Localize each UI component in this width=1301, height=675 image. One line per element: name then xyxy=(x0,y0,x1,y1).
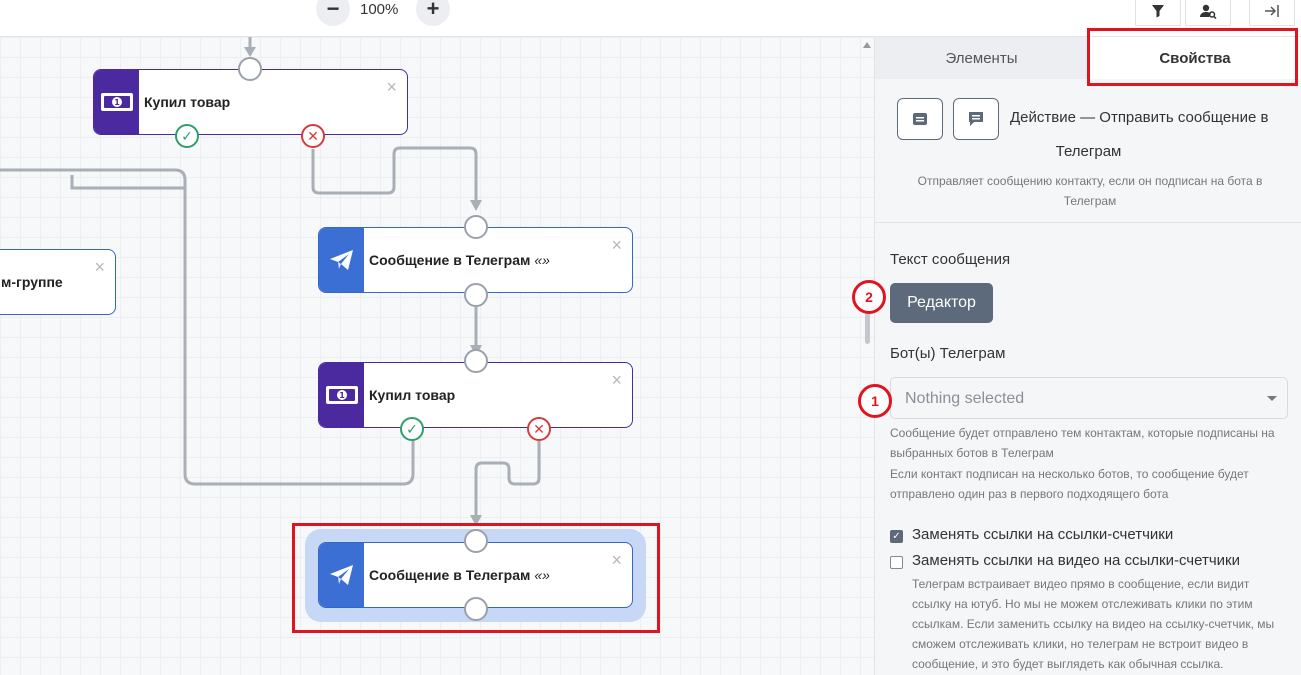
zoom-level: 100% xyxy=(360,1,399,18)
user-search-icon xyxy=(1200,4,1217,19)
telegram-icon xyxy=(329,250,353,270)
zoom-out-button[interactable]: − xyxy=(316,0,350,26)
close-icon[interactable]: × xyxy=(611,236,622,254)
money-icon: 1 xyxy=(100,93,133,111)
collapse-panel-button[interactable] xyxy=(1249,0,1295,26)
bots-help-text-2: Если контакт подписан на несколько ботов… xyxy=(890,467,1249,501)
filter-icon xyxy=(1152,5,1164,18)
node-title: Купил товар xyxy=(144,94,231,110)
output-port[interactable] xyxy=(464,283,488,307)
action-description: Отправляет сообщению контакту, если он п… xyxy=(917,174,1263,208)
editor-button[interactable]: Редактор xyxy=(890,283,993,323)
flow-node-partial[interactable]: м-группе × xyxy=(0,249,116,315)
zoom-in-button[interactable]: + xyxy=(416,0,450,26)
scroll-up-arrow-icon[interactable] xyxy=(863,42,871,48)
close-icon[interactable]: × xyxy=(611,371,622,389)
node-title: Купил товар xyxy=(369,387,456,403)
input-port[interactable] xyxy=(238,57,262,81)
divider xyxy=(875,222,1301,223)
action-title-line2: Телеграм xyxy=(1055,143,1122,160)
minus-icon: − xyxy=(326,0,340,21)
failure-port-icon[interactable]: ✕ xyxy=(527,417,551,441)
scrollbar-thumb[interactable] xyxy=(865,312,870,344)
success-port-icon[interactable]: ✓ xyxy=(175,124,199,148)
annotation-badge-1: 1 xyxy=(858,384,892,418)
node-quote: «» xyxy=(534,252,550,268)
bots-select[interactable]: Nothing selected xyxy=(890,377,1288,419)
close-icon[interactable]: × xyxy=(386,78,397,96)
bots-help-text: Сообщение будет отправлено тем контактам… xyxy=(890,426,1275,460)
close-icon[interactable]: × xyxy=(94,258,105,276)
tab-elements[interactable]: Элементы xyxy=(875,37,1088,79)
replace-video-links-checkbox[interactable] xyxy=(890,556,903,569)
success-port-icon[interactable]: ✓ xyxy=(400,417,424,441)
node-title: м-группе xyxy=(1,274,63,290)
annotation-highlight-box xyxy=(1087,28,1298,86)
properties-panel: Элементы Свойства Действие — Отправить с… xyxy=(852,28,1301,675)
chat-icon xyxy=(969,112,983,126)
chevron-down-icon xyxy=(1267,396,1277,401)
failure-port-icon[interactable]: ✕ xyxy=(301,124,325,148)
replace-video-links-label: Заменять ссылки на видео на ссылки-счетч… xyxy=(912,552,1240,569)
filter-button[interactable] xyxy=(1135,0,1181,26)
video-help-text: Телеграм встраивает видео прямо в сообще… xyxy=(912,577,1275,671)
replace-links-label: Заменять ссылки на ссылки-счетчики xyxy=(912,526,1174,543)
chat-action-button[interactable] xyxy=(953,98,999,140)
user-search-button[interactable] xyxy=(1185,0,1231,26)
svg-text:1: 1 xyxy=(114,98,120,107)
replace-links-checkbox[interactable]: ✓ xyxy=(890,530,903,543)
money-icon: 1 xyxy=(325,386,358,404)
bots-label: Бот(ы) Телеграм xyxy=(890,345,1006,362)
message-text-label: Текст сообщения xyxy=(890,251,1011,268)
node-title: Сообщение в Телеграм xyxy=(369,252,531,268)
annotation-badge-2: 2 xyxy=(852,280,886,314)
bots-select-placeholder: Nothing selected xyxy=(905,390,1025,407)
arrow-to-right-icon xyxy=(1265,5,1279,17)
message-action-button[interactable] xyxy=(897,98,943,140)
svg-text:1: 1 xyxy=(339,391,345,400)
input-port[interactable] xyxy=(464,349,488,373)
flow-canvas[interactable]: 1 Купил товар × ✓ ✕ Сообщение в Телеграм… xyxy=(0,37,874,675)
action-title: Действие — Отправить сообщение в xyxy=(1010,109,1269,126)
annotation-highlight-box xyxy=(292,523,660,633)
message-icon xyxy=(913,113,927,125)
input-port[interactable] xyxy=(464,215,488,239)
plus-icon: + xyxy=(426,0,440,21)
